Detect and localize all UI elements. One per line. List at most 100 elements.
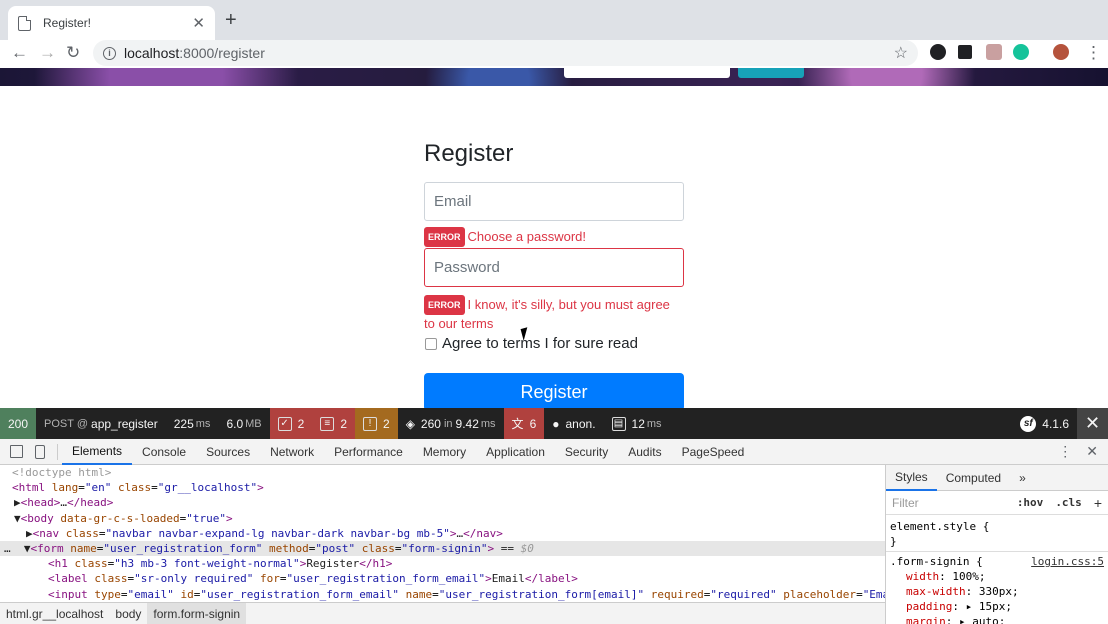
tab-strip: Register! ✕ + (0, 0, 1108, 40)
security-panel[interactable]: ● anon. (544, 408, 603, 439)
tab-sources[interactable]: Sources (196, 439, 260, 465)
browser-tab[interactable]: Register! ✕ (8, 6, 215, 40)
memory-usage[interactable]: 6.0 MB (218, 408, 269, 439)
new-rule-icon[interactable]: + (1094, 495, 1102, 511)
extension-layers-icon[interactable] (958, 45, 972, 59)
cache-panel[interactable]: ◈ 260 in 9.42 ms (398, 408, 504, 439)
devtools-menu-icon[interactable]: ⋮ (1058, 443, 1072, 460)
chrome-menu-icon[interactable]: ⋮ (1085, 43, 1102, 63)
back-icon[interactable]: ← (11, 43, 28, 63)
dom-node-selected[interactable]: … ▼<form name="user_registration_form" m… (0, 540, 885, 557)
request-route[interactable]: POST @ app_register (36, 408, 166, 439)
extension-icon-1[interactable] (930, 44, 946, 60)
page-icon (18, 15, 31, 31)
tab-network[interactable]: Network (260, 439, 324, 465)
info-icon[interactable]: i (103, 46, 116, 60)
tab-performance[interactable]: Performance (324, 439, 413, 465)
email-field[interactable]: Email (424, 182, 684, 221)
css-declaration[interactable]: max-width: 330px; (890, 584, 1104, 599)
dom-node[interactable]: <label class="sr-only required" for="use… (0, 571, 885, 586)
symfony-profiler-toolbar: 200 POST @ app_register 225 ms 6.0 MB ✓ 2 ≡ 2… (0, 408, 1108, 439)
forward-icon[interactable]: → (39, 43, 56, 63)
profile-avatar[interactable] (1053, 44, 1069, 60)
styles-filter-input[interactable]: Filter :hov .cls + (886, 491, 1108, 515)
bookmark-star-icon[interactable]: ☆ (894, 43, 908, 63)
tab-computed[interactable]: Computed (937, 465, 1010, 491)
close-toolbar-icon[interactable]: ✕ (1077, 408, 1108, 439)
breadcrumb-form[interactable]: form.form-signin (147, 603, 247, 624)
styles-tabbar: Styles Computed » (886, 465, 1108, 491)
divider (57, 443, 58, 460)
tab-memory[interactable]: Memory (413, 439, 476, 465)
dom-node[interactable]: <!doctype html> (0, 465, 885, 480)
address-bar[interactable]: i localhost:8000/register ☆ (93, 40, 918, 66)
navbar-search-field[interactable] (564, 68, 730, 78)
css-declaration[interactable]: margin: ▸ auto; (890, 614, 1104, 624)
inspect-element-icon[interactable] (10, 445, 23, 458)
error-badge: ERROR (424, 227, 465, 247)
translation-panel[interactable]: 文6 (503, 408, 545, 439)
elements-tree[interactable]: <!doctype html> <html lang="en" class="g… (0, 465, 885, 602)
agree-terms-checkbox-row[interactable]: Agree to terms I for sure read (424, 335, 684, 352)
dom-node[interactable]: <html lang="en" class="gr__localhost"> (0, 480, 885, 495)
tab-elements[interactable]: Elements (62, 439, 133, 465)
dom-node[interactable]: ▶<nav class="navbar navbar-expand-lg nav… (0, 526, 885, 541)
tab-title: Register! (43, 16, 92, 30)
tab-console[interactable]: Console (132, 439, 196, 465)
user-icon: ● (552, 416, 560, 431)
navbar-button[interactable] (738, 68, 804, 78)
tab-pagespeed[interactable]: PageSpeed (672, 439, 755, 465)
translation-icon: 文 (511, 417, 524, 431)
clipboard-icon: ≡ (320, 416, 335, 431)
close-tab-icon[interactable]: ✕ (192, 14, 205, 32)
tab-security[interactable]: Security (555, 439, 618, 465)
request-time[interactable]: 225 ms (166, 408, 219, 439)
error-badge: ERROR (424, 295, 465, 315)
css-rules: element.style { } .form-signin {login.cs… (886, 515, 1108, 624)
navbar-background (0, 68, 1108, 86)
hover-state-toggle[interactable]: :hov (1017, 496, 1044, 509)
close-devtools-icon[interactable]: ✕ (1086, 443, 1098, 460)
exclamation-icon: ! (363, 416, 377, 431)
agree-terms-checkbox[interactable] (425, 337, 437, 350)
logs-panel[interactable]: ≡ 2 (312, 408, 355, 439)
reload-icon[interactable]: ↻ (66, 43, 80, 63)
symfony-logo-icon: sf (1020, 415, 1037, 432)
breadcrumb-body[interactable]: body (109, 603, 147, 624)
stylesheet-link[interactable]: login.css:5 (1031, 554, 1104, 569)
element-style-rule[interactable]: element.style { (890, 519, 1104, 534)
dom-node[interactable]: ▼<body data-gr-c-s-loaded="true"> (0, 511, 885, 526)
deprecations-panel[interactable]: ! 2 (355, 408, 398, 439)
registration-form: Register Email ERROR Choose a password! P… (424, 140, 684, 411)
rule-close: } (890, 535, 897, 548)
css-declaration[interactable]: width: 100%; (890, 569, 1104, 584)
breadcrumb-html[interactable]: html.gr__localhost (0, 603, 109, 624)
terms-error: ERROR I know, it's silly, but you must ag… (424, 295, 670, 331)
css-declaration[interactable]: padding: ▸ 15px; (890, 599, 1104, 614)
tab-application[interactable]: Application (476, 439, 555, 465)
breadcrumb: html.gr__localhost body form.form-signin (0, 602, 885, 624)
class-toggle[interactable]: .cls (1055, 496, 1082, 509)
page-title: Register (424, 140, 514, 167)
password-field[interactable]: Password (424, 248, 684, 287)
dom-node[interactable]: ▶<head>…</head> (0, 495, 885, 510)
twig-panel[interactable]: ▤ 12 ms (604, 408, 670, 439)
dom-node[interactable]: <h1 class="h3 mb-3 font-weight-normal">R… (0, 556, 885, 571)
extension-icon-3[interactable] (986, 44, 1002, 60)
password-error: ERROR Choose a password! (424, 227, 684, 247)
tab-styles[interactable]: Styles (886, 465, 937, 491)
grammarly-icon[interactable] (1013, 44, 1029, 60)
device-toolbar-icon[interactable] (35, 444, 45, 459)
status-code[interactable]: 200 (0, 408, 37, 439)
tab-audits[interactable]: Audits (618, 439, 671, 465)
form-signin-rule[interactable]: .form-signin {login.css:5 (890, 554, 1104, 569)
register-button[interactable]: Register (424, 373, 684, 411)
styles-pane: Styles Computed » Filter :hov .cls + ele… (885, 465, 1108, 624)
checkbox-icon: ✓ (277, 416, 292, 431)
new-tab-button[interactable]: + (225, 9, 237, 32)
dom-node[interactable]: <input type="email" id="user_registratio… (0, 587, 885, 602)
forms-panel[interactable]: ✓ 2 (269, 408, 313, 439)
layers-icon: ◈ (405, 416, 415, 431)
more-tabs-icon[interactable]: » (1010, 465, 1035, 491)
symfony-version[interactable]: sf 4.1.6 (1012, 408, 1077, 439)
